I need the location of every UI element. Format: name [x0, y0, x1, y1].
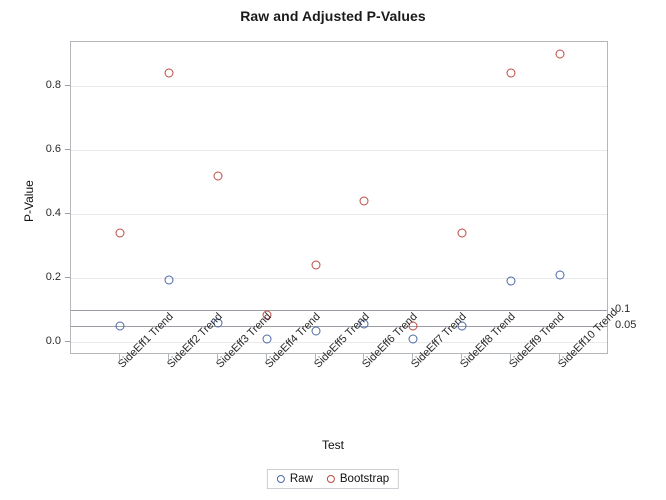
chart-title: Raw and Adjusted P-Values [240, 8, 426, 24]
data-point-bootstrap-3[interactable] [213, 171, 223, 181]
legend-item-raw[interactable]: Raw [276, 473, 313, 485]
data-point-bootstrap-2[interactable] [164, 68, 174, 78]
y-tick-mark [65, 85, 70, 86]
y-tick-mark [65, 213, 70, 214]
y-tick-label-0.0: 0.0 [45, 335, 61, 347]
data-point-bootstrap-8[interactable] [457, 228, 467, 238]
gridline [71, 150, 607, 151]
data-point-bootstrap-1[interactable] [115, 228, 125, 238]
y-tick-label-0.4: 0.4 [45, 207, 61, 219]
gridline [71, 86, 607, 87]
data-point-bootstrap-5[interactable] [311, 260, 321, 270]
y-tick-label-0.6: 0.6 [45, 143, 61, 155]
data-point-raw-9[interactable] [506, 276, 516, 286]
legend-marker-bootstrap-icon [326, 475, 335, 483]
reference-label-0-1: 0.1 [615, 303, 631, 315]
gridline [71, 278, 607, 279]
plot-area [70, 41, 608, 354]
chart-legend: Raw Bootstrap [266, 469, 400, 489]
y-tick-mark [65, 149, 70, 150]
legend-label-raw: Raw [289, 473, 313, 485]
y-tick-mark [65, 277, 70, 278]
legend-label-bootstrap: Bootstrap [339, 473, 390, 485]
data-point-raw-2[interactable] [164, 275, 174, 285]
chart-container: Raw and Adjusted P-Values P-Value 0.0 0.2… [0, 0, 666, 500]
data-point-raw-1[interactable] [115, 321, 125, 331]
reference-line-0-1 [71, 310, 607, 311]
data-point-bootstrap-6[interactable] [359, 196, 369, 206]
data-point-raw-7[interactable] [408, 334, 418, 344]
data-point-bootstrap-10[interactable] [555, 49, 565, 59]
y-tick-label-0.8: 0.8 [45, 79, 61, 91]
legend-marker-raw-icon [276, 475, 285, 483]
reference-label-0-05: 0.05 [615, 319, 637, 331]
x-axis-title: Test [321, 438, 344, 452]
data-point-raw-4[interactable] [262, 334, 272, 344]
y-axis-title: P-Value [22, 179, 36, 222]
y-tick-label-0.2: 0.2 [45, 271, 61, 283]
legend-item-bootstrap[interactable]: Bootstrap [326, 473, 390, 485]
data-point-raw-10[interactable] [555, 270, 565, 280]
gridline [71, 214, 607, 215]
data-point-bootstrap-9[interactable] [506, 68, 516, 78]
y-tick-mark [65, 341, 70, 342]
